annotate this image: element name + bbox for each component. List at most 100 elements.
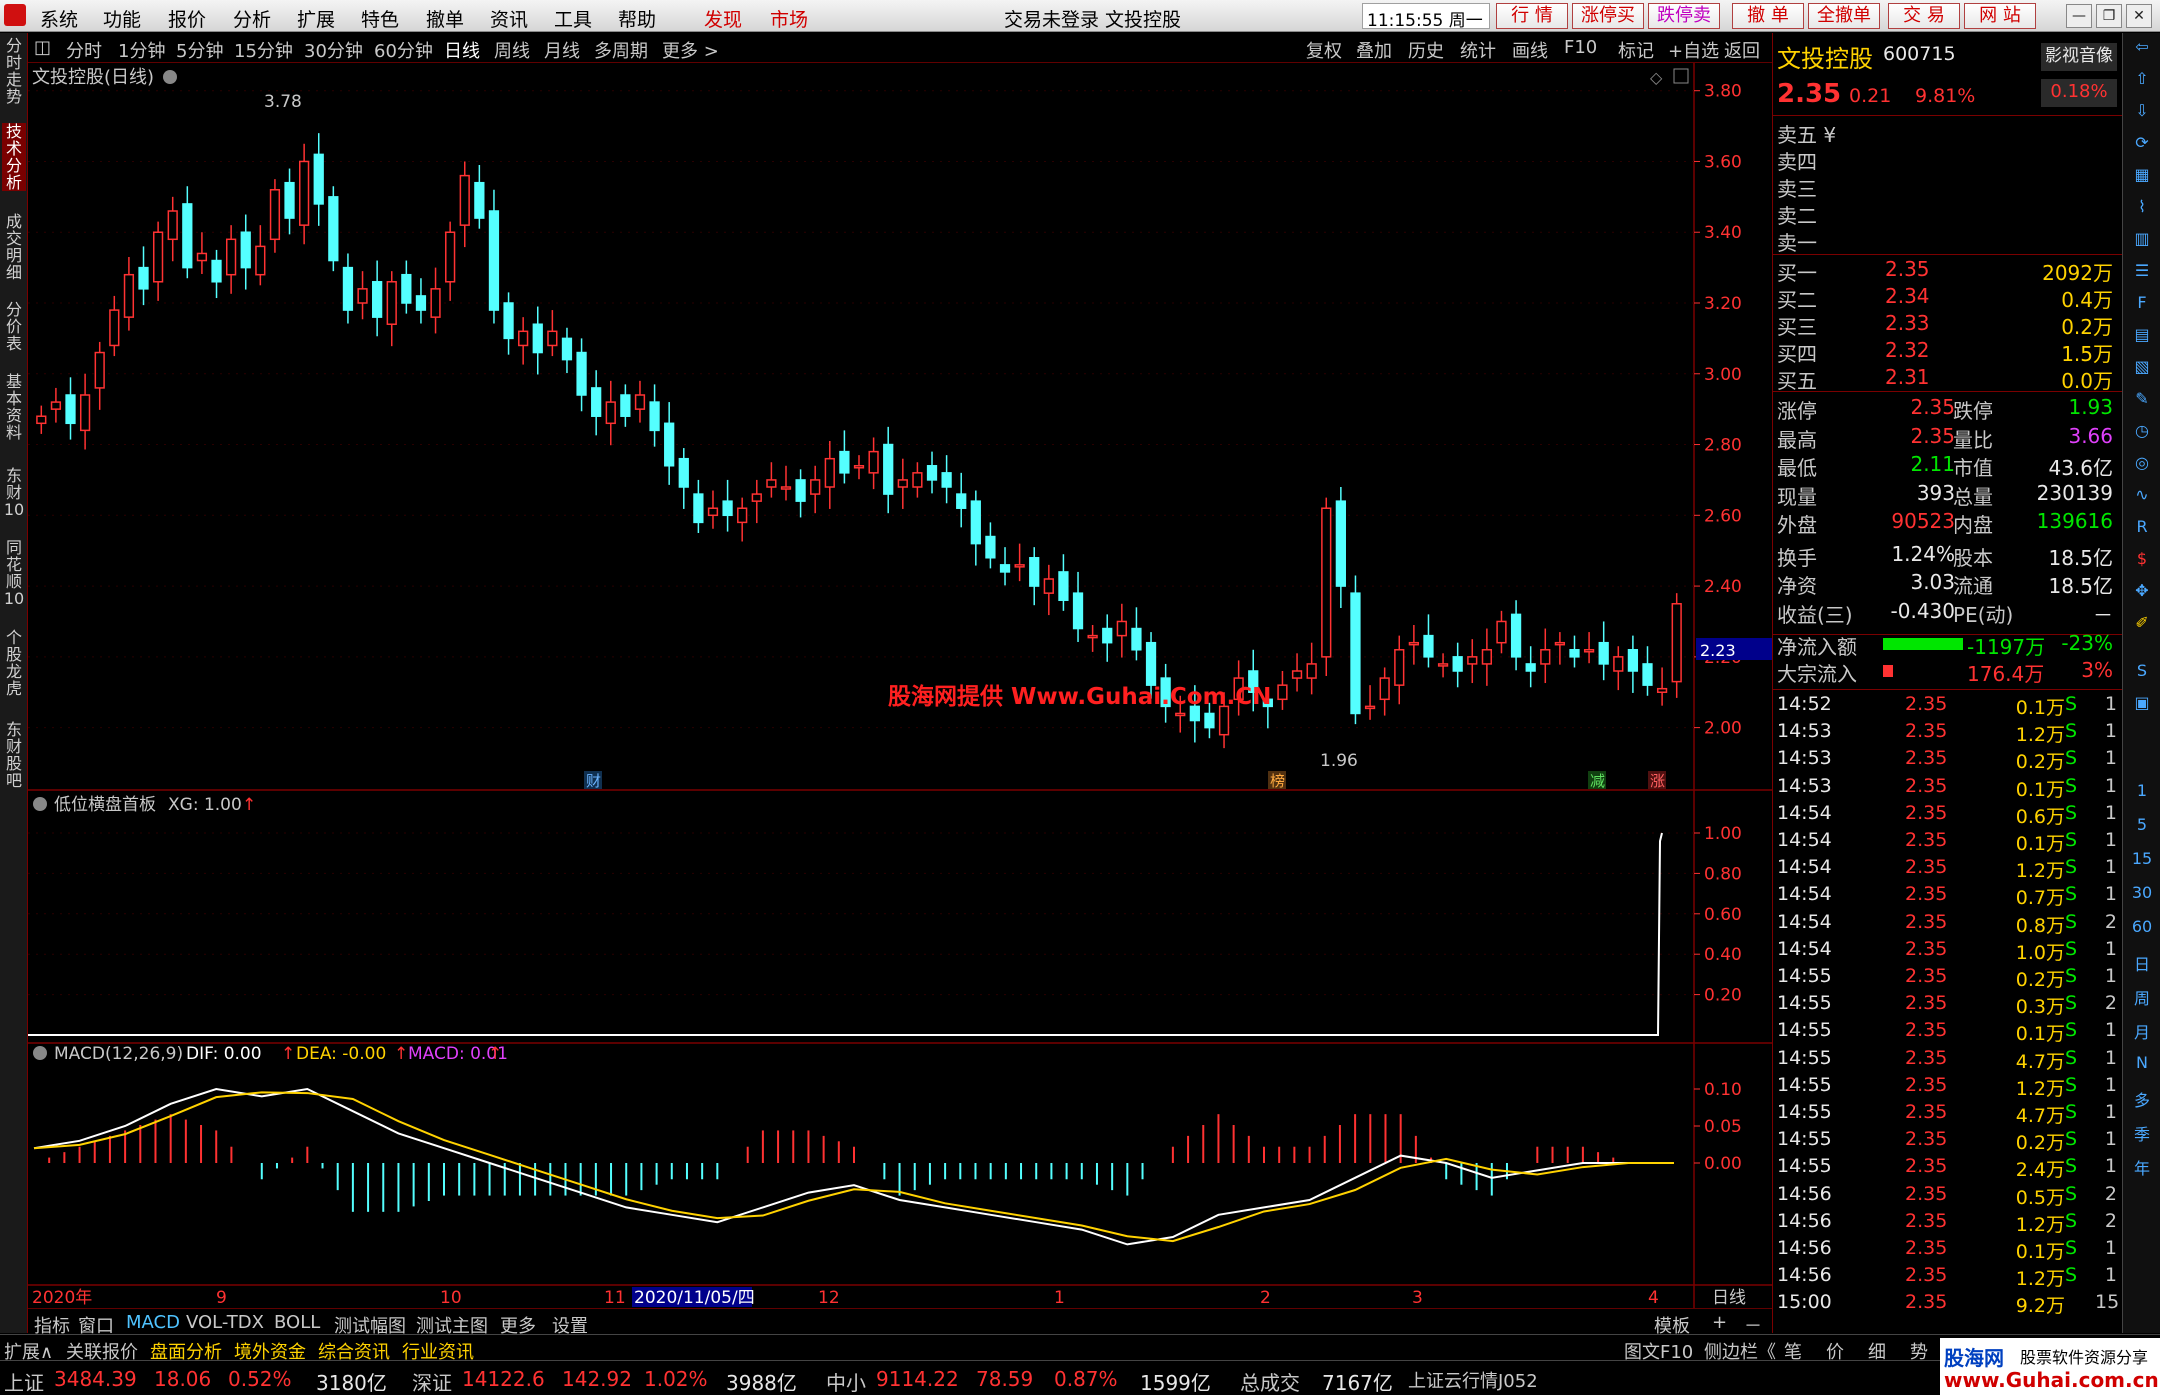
side-period-icon[interactable]: N <box>2129 1053 2155 1077</box>
tick-list[interactable]: 14:52 2.35 0.1万 S 1 14:53 2.35 1.2万 S 1 … <box>1773 693 2123 1333</box>
btab-vol[interactable]: VOL-TDX <box>186 1312 264 1333</box>
doc-icon[interactable]: ▤ <box>2129 325 2155 349</box>
sector-button[interactable]: 影视音像 <box>2041 43 2117 71</box>
cancel-order-button[interactable]: 撤 单 <box>1732 3 1804 29</box>
period-weekly[interactable]: 周线 <box>494 37 530 63</box>
trade-button[interactable]: 交 易 <box>1888 3 1960 29</box>
period-monthly[interactable]: 月线 <box>544 37 580 63</box>
f10-icon[interactable]: F <box>2129 293 2155 317</box>
note-icon[interactable]: ▧ <box>2129 357 2155 381</box>
up-arrow-icon[interactable]: ⇧ <box>2129 69 2155 93</box>
cancel-all-button[interactable]: 全撤单 <box>1808 3 1880 29</box>
tool-draw[interactable]: 画线 <box>1512 37 1548 63</box>
tab-dragon-tiger[interactable]: 个股龙虎 <box>2 629 26 697</box>
period-1min[interactable]: 1分钟 <box>118 37 165 63</box>
close-icon[interactable]: ✕ <box>2126 4 2152 28</box>
wave-icon[interactable]: ∿ <box>2129 485 2155 509</box>
macd-settings-icon[interactable] <box>33 1046 47 1060</box>
buy-row[interactable]: 买二 2.34 0.4万 <box>1777 284 2117 312</box>
menu-system[interactable]: 系统 <box>40 5 78 32</box>
btab-macd[interactable]: MACD <box>126 1312 180 1333</box>
sz-name[interactable]: 深证 <box>412 1367 452 1395</box>
down-arrow-icon[interactable]: ⇩ <box>2129 101 2155 125</box>
menu-extend[interactable]: 扩展 <box>297 5 335 32</box>
pen-icon[interactable]: ✎ <box>2129 389 2155 413</box>
tool-add-watch[interactable]: +自选 <box>1668 37 1719 63</box>
tool-f10[interactable]: F10 <box>1564 37 1597 58</box>
tab-ths10[interactable]: 同花顺10 <box>2 539 26 607</box>
fs-icon[interactable]: S <box>2129 661 2155 685</box>
move-icon[interactable]: ✥ <box>2129 581 2155 605</box>
toggle-icon[interactable]: ◫ <box>34 37 51 58</box>
tool-back[interactable]: 返回 <box>1724 37 1760 63</box>
side-period-icon[interactable]: 日 <box>2129 951 2155 975</box>
side-period-icon[interactable]: 年 <box>2129 1155 2155 1179</box>
buy-row[interactable]: 买四 2.32 1.5万 <box>1777 338 2117 366</box>
diamond-icon[interactable]: ◇ <box>1650 68 1663 87</box>
buy-row[interactable]: 买三 2.33 0.2万 <box>1777 311 2117 339</box>
period-5min[interactable]: 5分钟 <box>176 37 223 63</box>
kline-chart[interactable]: 1.00 0.80 0.60 0.40 0.20 0.10 0.05 0.00 3.80 3.… <box>28 63 1772 1308</box>
chart-settings-icon[interactable] <box>163 70 177 84</box>
clock-icon[interactable]: ◷ <box>2129 421 2155 445</box>
side-period-icon[interactable]: 多 <box>2129 1087 2155 1111</box>
side-period-icon[interactable]: 15 <box>2129 849 2155 873</box>
marker-fin[interactable]: 财 <box>586 772 601 790</box>
period-more[interactable]: 更多 > <box>662 37 719 63</box>
minimize-icon[interactable]: — <box>2066 4 2092 28</box>
menu-analysis[interactable]: 分析 <box>233 5 271 32</box>
period-daily[interactable]: 日线 <box>444 37 480 63</box>
menu-help[interactable]: 帮助 <box>618 5 656 32</box>
side-period-icon[interactable]: 月 <box>2129 1019 2155 1043</box>
target-icon[interactable]: ◎ <box>2129 453 2155 477</box>
period-intraday[interactable]: 分时 <box>66 37 102 63</box>
back-arrow-icon[interactable]: ⇦ <box>2129 37 2155 61</box>
btab-boll[interactable]: BOLL <box>274 1312 320 1333</box>
side-period-icon[interactable]: 1 <box>2129 781 2155 805</box>
kline-icon[interactable]: ▥ <box>2129 229 2155 253</box>
menu-cancel[interactable]: 撤单 <box>426 5 464 32</box>
tool-mark[interactable]: 标记 <box>1618 37 1654 63</box>
list-icon[interactable]: ☰ <box>2129 261 2155 285</box>
menu-special[interactable]: 特色 <box>361 5 399 32</box>
tool-adjust[interactable]: 复权 <box>1306 37 1342 63</box>
tab-basic-info[interactable]: 基本资料 <box>2 373 26 441</box>
quote-button[interactable]: 行 情 <box>1496 3 1568 29</box>
tool-history[interactable]: 历史 <box>1408 37 1444 63</box>
tab-technical[interactable]: 技术分析 <box>2 123 26 191</box>
menu-discover[interactable]: 发现 <box>704 5 742 32</box>
marker-up[interactable]: 涨 <box>1650 772 1665 790</box>
menu-news[interactable]: 资讯 <box>490 5 528 32</box>
side-period-icon[interactable]: 30 <box>2129 883 2155 907</box>
period-60min[interactable]: 60分钟 <box>374 37 433 63</box>
restore-icon[interactable]: ❐ <box>2096 4 2122 28</box>
tool-stats[interactable]: 统计 <box>1460 37 1496 63</box>
line-chart-icon[interactable]: ⌇ <box>2129 197 2155 221</box>
rsi-icon[interactable]: R <box>2129 517 2155 541</box>
indicator-settings-icon[interactable] <box>33 797 47 811</box>
draw-pen-icon[interactable]: ✐ <box>2129 613 2155 637</box>
menu-function[interactable]: 功能 <box>103 5 141 32</box>
side-period-icon[interactable]: 60 <box>2129 917 2155 941</box>
grid-icon[interactable]: ▦ <box>2129 165 2155 189</box>
marker-reduce[interactable]: 减 <box>1590 772 1605 790</box>
tab-trade-detail[interactable]: 成交明细 <box>2 213 26 281</box>
side-period-icon[interactable]: 周 <box>2129 985 2155 1009</box>
buy-row[interactable]: 买五 2.31 0.0万 <box>1777 365 2117 393</box>
tab-guba[interactable]: 东财股吧 <box>2 721 26 789</box>
menu-market[interactable]: 市场 <box>770 5 808 32</box>
add-pane-button[interactable]: + <box>1712 1312 1727 1333</box>
menu-quote[interactable]: 报价 <box>168 5 206 32</box>
period-30min[interactable]: 30分钟 <box>304 37 363 63</box>
tool-overlay[interactable]: 叠加 <box>1356 37 1392 63</box>
website-button[interactable]: 网 站 <box>1964 3 2036 29</box>
period-15min[interactable]: 15分钟 <box>234 37 293 63</box>
menu-tools[interactable]: 工具 <box>554 5 592 32</box>
sme-name[interactable]: 中小 <box>826 1367 866 1395</box>
tab-price-table[interactable]: 分价表 <box>2 301 26 352</box>
side-period-icon[interactable]: 5 <box>2129 815 2155 839</box>
limit-down-sell-button[interactable]: 跌停卖 <box>1648 3 1720 29</box>
side-period-icon[interactable]: 季 <box>2129 1121 2155 1145</box>
sh-name[interactable]: 上证 <box>4 1367 44 1395</box>
tab-eastmoney10[interactable]: 东财10 <box>2 467 26 518</box>
